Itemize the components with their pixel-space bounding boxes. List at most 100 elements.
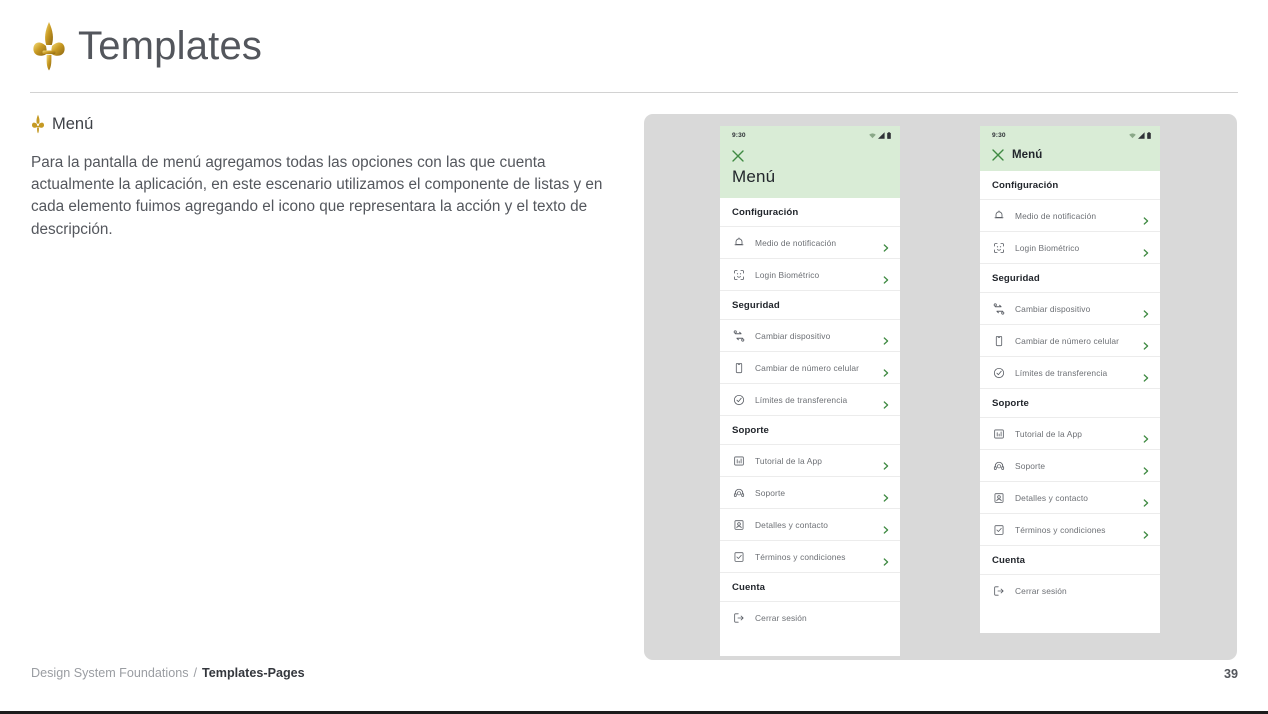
slide-page: Templates Menú Para la pantalla de menú … <box>0 0 1268 714</box>
close-icon[interactable] <box>732 150 888 162</box>
contact-card-icon <box>732 518 745 531</box>
chevron-right-icon <box>1142 305 1150 318</box>
list-item-label: Cambiar de número celular <box>755 362 860 373</box>
signal-icon <box>1138 132 1145 139</box>
list-item-label: Cambiar dispositivo <box>755 330 831 341</box>
list-item-label: Detalles y contacto <box>1015 492 1089 503</box>
chevron-right-icon <box>882 364 890 377</box>
list-item[interactable]: Cambiar dispositivo <box>980 293 1160 325</box>
list-item[interactable]: Cerrar sesión <box>720 602 900 634</box>
swap-device-icon <box>732 329 745 342</box>
section-heading: Menú <box>31 114 93 134</box>
page-header: Templates <box>31 20 262 72</box>
bell-icon <box>992 209 1005 222</box>
list-item-label: Soporte <box>755 487 786 498</box>
list-item[interactable]: Límites de transferencia <box>980 357 1160 389</box>
list-item-label: Login Biométrico <box>755 269 820 280</box>
menu-list: Configuración Medio de notificación Logi… <box>720 198 900 634</box>
breadcrumb-parent[interactable]: Design System Foundations <box>31 666 189 680</box>
list-item-label: Cerrar sesión <box>1015 586 1067 596</box>
list-item[interactable]: Términos y condiciones <box>720 541 900 573</box>
breadcrumb-separator: / <box>193 666 198 680</box>
list-item[interactable]: Cerrar sesión <box>980 575 1160 607</box>
list-item-label: Cambiar dispositivo <box>1015 303 1091 314</box>
chevron-right-icon <box>1142 430 1150 443</box>
mobile-icon <box>992 334 1005 347</box>
list-item[interactable]: Cambiar de número celular <box>720 352 900 384</box>
phone-header-title: Menú <box>732 167 776 186</box>
logout-icon <box>732 612 745 625</box>
wifi-icon <box>1129 132 1136 138</box>
list-item-label: Medio de notificación <box>1015 210 1097 221</box>
chevron-right-icon <box>1142 369 1150 382</box>
list-item-label: Límites de transferencia <box>755 394 848 405</box>
status-time: 9:30 <box>732 132 746 139</box>
phone-header: Menú <box>720 145 900 198</box>
list-item-label: Límites de transferencia <box>1015 367 1108 378</box>
list-item[interactable]: Soporte <box>720 477 900 509</box>
body-paragraph: Para la pantalla de menú agregamos todas… <box>31 154 603 238</box>
phone-mockup-compact-header: 9:30 Menú Configuración Medio de notific… <box>980 126 1160 633</box>
battery-icon <box>1147 132 1151 139</box>
headset-icon <box>732 486 745 499</box>
menu-list: Configuración Medio de notificación Logi… <box>980 171 1160 607</box>
battery-icon <box>887 132 891 139</box>
mockup-canvas: 9:30 Menú Configuración Medio de notific… <box>644 114 1237 660</box>
breadcrumb: Design System Foundations / Templates-Pa… <box>31 666 305 680</box>
list-item-label: Medio de notificación <box>755 237 837 248</box>
list-item-label: Cerrar sesión <box>755 613 807 623</box>
group-heading-cuenta: Cuenta <box>980 546 1160 575</box>
wifi-icon <box>869 132 876 138</box>
presentation-icon <box>992 427 1005 440</box>
list-item[interactable]: Cambiar de número celular <box>980 325 1160 357</box>
check-circle-icon <box>732 393 745 406</box>
group-heading-configuracion: Configuración <box>980 171 1160 200</box>
swap-device-icon <box>992 302 1005 315</box>
list-item[interactable]: Login Biométrico <box>720 259 900 291</box>
header-divider <box>30 92 1238 93</box>
fleur-de-lis-icon <box>31 114 45 134</box>
list-item[interactable]: Límites de transferencia <box>720 384 900 416</box>
list-item[interactable]: Medio de notificación <box>980 200 1160 232</box>
list-item[interactable]: Tutorial de la App <box>720 445 900 477</box>
list-item-label: Soporte <box>1015 460 1046 471</box>
chevron-right-icon <box>882 239 890 252</box>
list-item[interactable]: Soporte <box>980 450 1160 482</box>
bell-icon <box>732 236 745 249</box>
section-heading-label: Menú <box>52 114 94 133</box>
list-item-label: Términos y condiciones <box>1015 524 1106 535</box>
headset-icon <box>992 459 1005 472</box>
list-item[interactable]: Términos y condiciones <box>980 514 1160 546</box>
list-item[interactable]: Login Biométrico <box>980 232 1160 264</box>
list-item-label: Detalles y contacto <box>755 519 829 530</box>
chevron-right-icon <box>1142 462 1150 475</box>
status-time: 9:30 <box>992 132 1006 139</box>
presentation-icon <box>732 454 745 467</box>
face-id-icon <box>732 268 745 281</box>
group-heading-soporte: Soporte <box>720 416 900 445</box>
chevron-right-icon <box>882 332 890 345</box>
list-item[interactable]: Medio de notificación <box>720 227 900 259</box>
list-item[interactable]: Cambiar dispositivo <box>720 320 900 352</box>
mobile-icon <box>732 361 745 374</box>
list-item[interactable]: Detalles y contacto <box>720 509 900 541</box>
logout-icon <box>992 585 1005 598</box>
status-icons <box>1129 132 1151 139</box>
list-item-label: Términos y condiciones <box>755 551 846 562</box>
status-bar: 9:30 <box>980 126 1160 145</box>
chevron-right-icon <box>882 489 890 502</box>
page-title: Templates <box>78 24 263 68</box>
list-item[interactable]: Tutorial de la App <box>980 418 1160 450</box>
chevron-right-icon <box>1142 494 1150 507</box>
list-item-label: Tutorial de la App <box>755 455 823 466</box>
chevron-right-icon <box>1142 212 1150 225</box>
group-heading-seguridad: Seguridad <box>720 291 900 320</box>
group-heading-cuenta: Cuenta <box>720 573 900 602</box>
list-item-label: Login Biométrico <box>1015 242 1080 253</box>
phone-header-title: Menú <box>1012 149 1043 161</box>
close-icon[interactable] <box>992 149 1004 161</box>
contact-card-icon <box>992 491 1005 504</box>
phone-mockup-expanded-header: 9:30 Menú Configuración Medio de notific… <box>720 126 900 656</box>
phone-header: Menú <box>980 145 1160 171</box>
list-item[interactable]: Detalles y contacto <box>980 482 1160 514</box>
